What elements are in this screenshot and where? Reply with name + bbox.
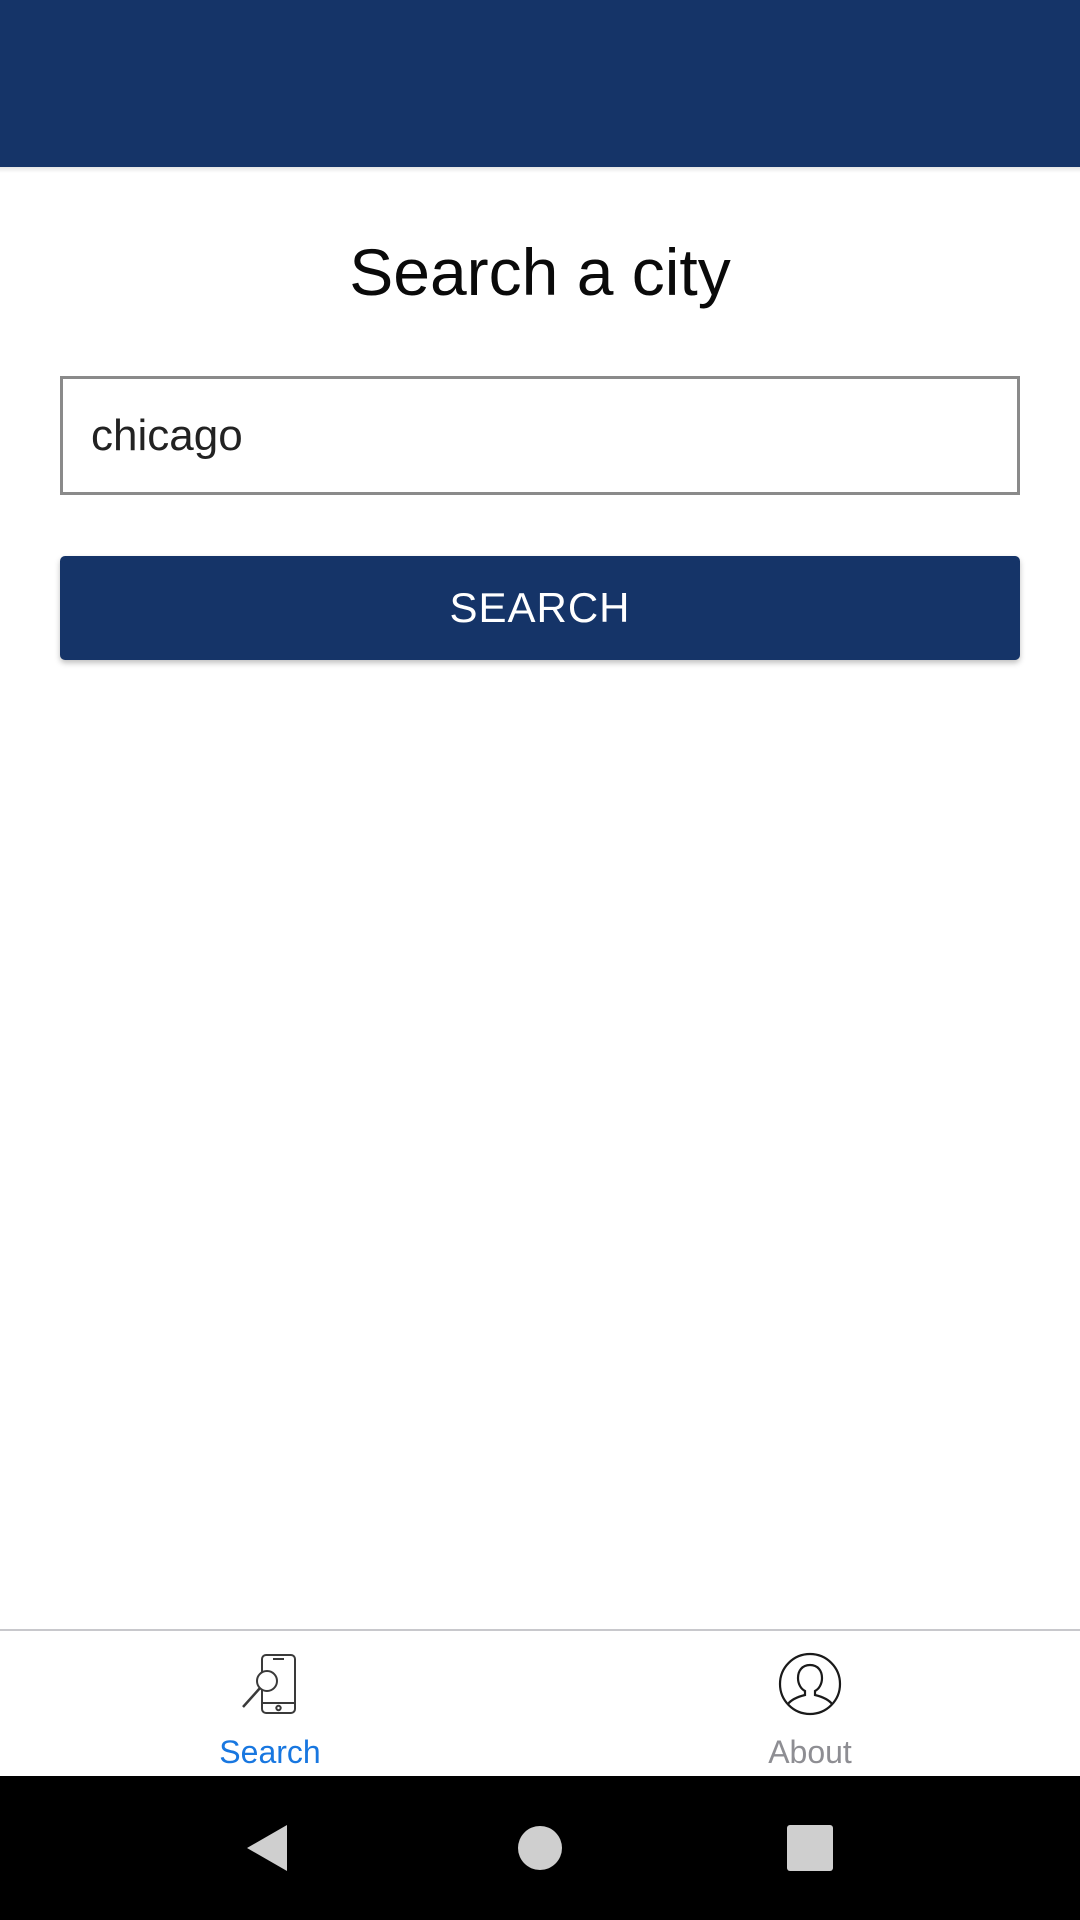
screen: Search a city SEARCH Search [0,0,1080,1920]
home-button[interactable] [470,1776,610,1920]
tab-about[interactable]: About [540,1631,1080,1776]
system-navigation-bar [0,1776,1080,1920]
back-button[interactable] [198,1776,338,1920]
user-circle-icon [777,1651,843,1717]
phone-search-icon [237,1651,303,1717]
search-button[interactable]: SEARCH [60,556,1020,660]
recents-button[interactable] [740,1776,880,1920]
city-search-input[interactable] [60,376,1020,495]
tab-search-label: Search [219,1734,321,1770]
home-icon [518,1826,562,1870]
page-title: Search a city [349,235,731,309]
app-bar [0,0,1080,167]
app-bar-shadow [0,167,1080,173]
back-icon [247,1825,287,1871]
tab-search[interactable]: Search [0,1631,540,1776]
tab-about-label: About [768,1734,852,1770]
recents-icon [787,1825,833,1871]
bottom-tab-bar: Search About [0,1629,1080,1776]
